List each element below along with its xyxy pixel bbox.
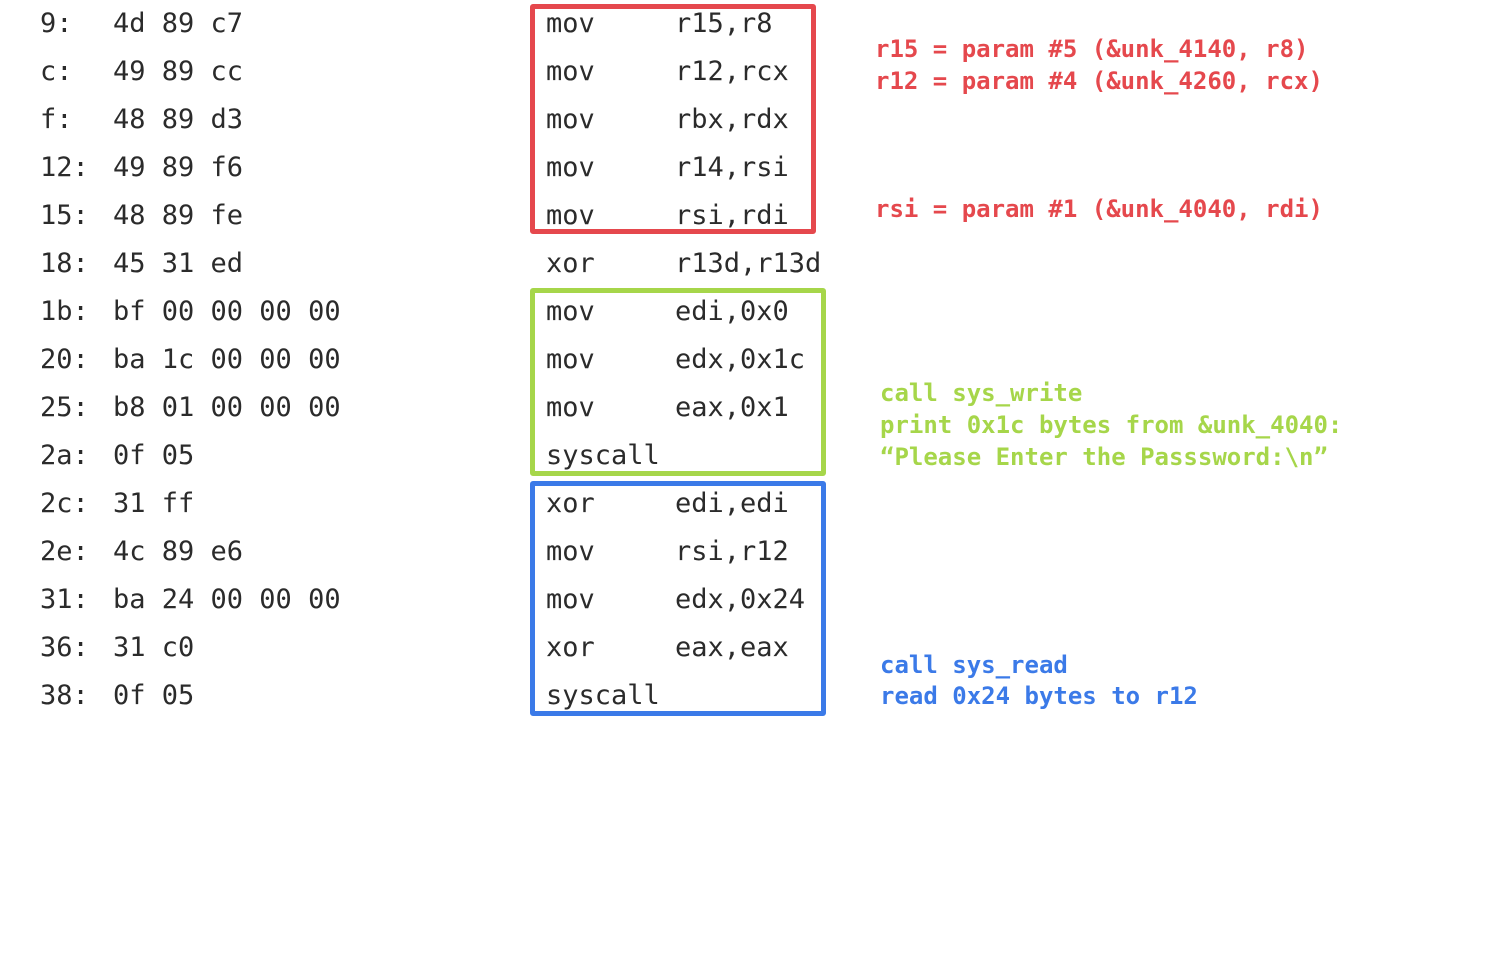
instruction-bytes: 0f 05 xyxy=(113,440,195,471)
instruction-address: 36: xyxy=(40,632,89,663)
instruction-bytes: 4c 89 e6 xyxy=(113,536,244,567)
param-setup-highlight-box xyxy=(530,4,816,234)
instruction-address: 12: xyxy=(40,152,89,183)
instruction-mnemonic: xor xyxy=(546,248,595,279)
instruction-address: c: xyxy=(40,56,73,87)
instruction-address: f: xyxy=(40,104,73,135)
annotation-sys-write-string: “Please Enter the Passsword:\n” xyxy=(880,443,1328,471)
instruction-address: 2c: xyxy=(40,488,89,519)
instruction-address: 18: xyxy=(40,248,89,279)
annotation-sys-read-title: call sys_read xyxy=(880,651,1068,679)
instruction-bytes: 4d 89 c7 xyxy=(113,8,244,39)
instruction-bytes: ba 1c 00 00 00 xyxy=(113,344,341,375)
annotation-rsi-param: rsi = param #1 (&unk_4040, rdi) xyxy=(875,195,1323,223)
instruction-bytes: 0f 05 xyxy=(113,680,195,711)
instruction-address: 2e: xyxy=(40,536,89,567)
instruction-bytes: 45 31 ed xyxy=(113,248,244,279)
sys-write-highlight-box xyxy=(530,288,826,476)
disassembly-listing: 9: 4d 89 c7 mov r15,r8 c: 49 89 cc mov r… xyxy=(0,0,1490,718)
instruction-address: 38: xyxy=(40,680,89,711)
annotation-r15-param: r15 = param #5 (&unk_4140, r8) xyxy=(875,35,1309,63)
instruction-address: 15: xyxy=(40,200,89,231)
instruction-address: 31: xyxy=(40,584,89,615)
instruction-bytes: 31 c0 xyxy=(113,632,195,663)
instruction-bytes: ba 24 00 00 00 xyxy=(113,584,341,615)
instruction-bytes: 49 89 f6 xyxy=(113,152,244,183)
instruction-address: 20: xyxy=(40,344,89,375)
instruction-bytes: 48 89 d3 xyxy=(113,104,244,135)
instruction-bytes: 48 89 fe xyxy=(113,200,244,231)
annotation-r12-param: r12 = param #4 (&unk_4260, rcx) xyxy=(875,67,1323,95)
instruction-address: 9: xyxy=(40,8,73,39)
instruction-bytes: b8 01 00 00 00 xyxy=(113,392,341,423)
instruction-address: 2a: xyxy=(40,440,89,471)
instruction-operands: r13d,r13d xyxy=(675,248,822,279)
instruction-bytes: 49 89 cc xyxy=(113,56,244,87)
annotation-sys-read-desc: read 0x24 bytes to r12 xyxy=(880,682,1198,710)
annotation-sys-write-desc: print 0x1c bytes from &unk_4040: xyxy=(880,411,1343,439)
instruction-row: 18: 45 31 ed xor r13d,r13d xyxy=(0,240,900,288)
instruction-address: 25: xyxy=(40,392,89,423)
sys-read-highlight-box xyxy=(530,481,826,716)
instruction-bytes: 31 ff xyxy=(113,488,195,519)
annotation-sys-write-title: call sys_write xyxy=(880,379,1083,407)
instruction-address: 1b: xyxy=(40,296,89,327)
instruction-bytes: bf 00 00 00 00 xyxy=(113,296,341,327)
